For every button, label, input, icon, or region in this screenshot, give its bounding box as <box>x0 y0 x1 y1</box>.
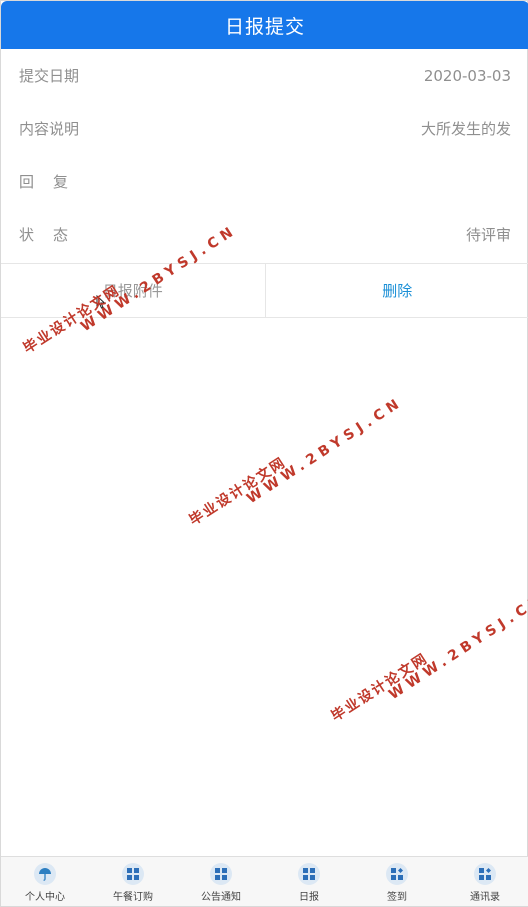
content-value: 大所发生的发 <box>420 120 511 138</box>
tab-label: 午餐订购 <box>113 892 153 903</box>
tab-lunch-order[interactable]: 午餐订购 <box>89 857 177 906</box>
status-value: 待评审 <box>465 226 511 244</box>
tab-announcements[interactable]: 公告通知 <box>177 857 265 906</box>
content-label: 内容说明 <box>19 120 80 138</box>
watermark-3: 毕业设计论文网 WWW.2BYSJ.CN <box>327 577 528 736</box>
watermark-2: 毕业设计论文网 WWW.2BYSJ.CN <box>185 381 406 540</box>
reply-label: 回复 <box>19 173 88 191</box>
watermark-en: WWW.2BYSJ.CN <box>244 394 407 508</box>
submit-date-label: 提交日期 <box>19 67 80 85</box>
umbrella-icon <box>34 863 56 885</box>
grid-icon <box>210 863 232 885</box>
attachment-button[interactable]: 日报附件 <box>1 264 266 317</box>
tab-label: 通讯录 <box>470 892 500 903</box>
row-status: 状态 待评审 <box>1 208 528 261</box>
delete-button[interactable]: 删除 <box>266 264 528 317</box>
mouse-cursor-icon <box>96 295 106 309</box>
tab-label: 签到 <box>387 892 407 903</box>
report-form: 提交日期 2020-03-03 内容说明 大所发生的发 回复 状态 待评审 <box>1 49 528 261</box>
grid-plus-icon <box>474 863 496 885</box>
action-bar: 日报附件 删除 <box>1 263 528 318</box>
row-content: 内容说明 大所发生的发 <box>1 102 528 155</box>
row-reply: 回复 <box>1 155 528 208</box>
grid-icon <box>298 863 320 885</box>
tab-daily-report[interactable]: 日报 <box>265 857 353 906</box>
watermark-cn: 毕业设计论文网 <box>186 454 290 529</box>
tab-label: 个人中心 <box>25 892 65 903</box>
watermark-cn: 毕业设计论文网 <box>328 650 432 725</box>
header-bar: 日报提交 <box>1 1 528 49</box>
tab-label: 公告通知 <box>201 892 241 903</box>
tab-contacts[interactable]: 通讯录 <box>441 857 528 906</box>
submit-date-value: 2020-03-03 <box>423 66 511 85</box>
status-label: 状态 <box>19 226 88 244</box>
app-frame: 日报提交 提交日期 2020-03-03 内容说明 大所发生的发 回复 状态 待… <box>0 0 528 907</box>
grid-icon <box>122 863 144 885</box>
row-submit-date: 提交日期 2020-03-03 <box>1 49 528 102</box>
tab-personal-center[interactable]: 个人中心 <box>1 857 89 906</box>
tab-check-in[interactable]: 签到 <box>353 857 441 906</box>
page-title: 日报提交 <box>224 15 305 38</box>
grid-plus-icon <box>386 863 408 885</box>
watermark-en: WWW.2BYSJ.CN <box>386 590 528 704</box>
bottom-tab-bar: 个人中心 午餐订购 公告通知 日报 签到 通讯录 <box>1 856 528 906</box>
tab-label: 日报 <box>299 892 319 903</box>
